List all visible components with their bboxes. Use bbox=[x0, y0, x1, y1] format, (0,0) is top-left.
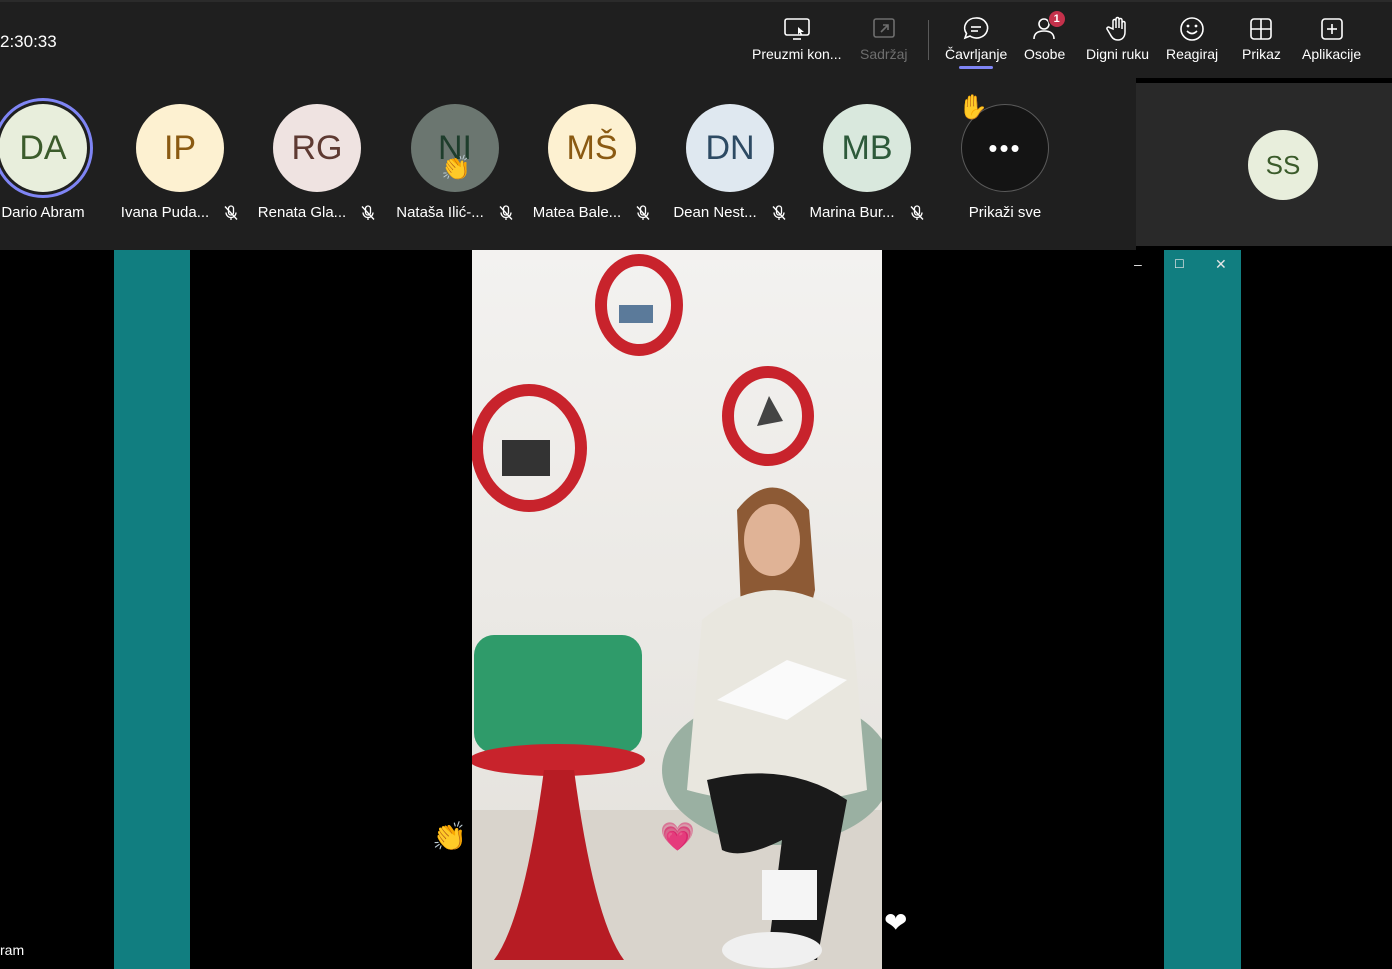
avatar: DN bbox=[686, 104, 774, 192]
avatar: RG bbox=[273, 104, 361, 192]
participant-name-row: Matea Bale... bbox=[533, 204, 651, 221]
avatar-initials: MB bbox=[841, 128, 893, 167]
more-participants-circle: ••• ✋ bbox=[958, 94, 1049, 192]
heart-reaction-icon: ❤ bbox=[884, 907, 908, 938]
toolbar-divider bbox=[928, 20, 929, 60]
mic-muted-icon bbox=[224, 204, 238, 220]
view-icon bbox=[1246, 14, 1276, 44]
participant-tile[interactable]: DA Dario Abram bbox=[0, 104, 108, 221]
video-scene-image bbox=[472, 250, 882, 969]
participant-name: Ivana Puda... bbox=[120, 204, 210, 221]
participant-name-row: Ivana Puda... bbox=[121, 204, 239, 221]
chat-icon bbox=[961, 14, 991, 44]
share-screen-button[interactable]: Preuzmi kon... bbox=[752, 14, 841, 76]
avatar: MB bbox=[823, 104, 911, 192]
shared-window-left-panel bbox=[114, 250, 190, 969]
heart-reaction-icon: 💗 bbox=[660, 821, 695, 852]
raise-hand-icon bbox=[1103, 14, 1133, 44]
show-all-row: Prikaži sve bbox=[969, 204, 1042, 221]
participant-name-row: Renata Gla... bbox=[258, 204, 376, 221]
view-label: Prikaz bbox=[1242, 46, 1281, 62]
participant-strip: DA Dario Abram IP Ivana Puda... RG Renat… bbox=[0, 78, 1136, 250]
active-tab-indicator bbox=[959, 66, 994, 69]
shared-screen-stage: – ☐ ✕ 👏 💗 ❤ ram bbox=[0, 250, 1392, 969]
content-icon bbox=[869, 14, 899, 44]
raise-hand-button[interactable]: Digni ruku bbox=[1086, 14, 1149, 76]
participant-name: Marina Bur... bbox=[809, 204, 895, 221]
share-screen-label: Preuzmi kon... bbox=[752, 46, 842, 62]
mic-muted-icon bbox=[636, 204, 650, 220]
apps-label: Aplikacije bbox=[1302, 46, 1362, 62]
participant-tile[interactable]: NI 👏 Nataša Ilić-... bbox=[390, 104, 520, 221]
self-avatar: SS bbox=[1248, 130, 1318, 200]
participant-name: Nataša Ilić-... bbox=[396, 204, 484, 221]
clap-reaction-icon: 👏 bbox=[441, 155, 471, 182]
react-label: Reagiraj bbox=[1166, 46, 1219, 62]
participant-tile[interactable]: MB Marina Bur... bbox=[802, 104, 932, 221]
chat-label: Čavrljanje bbox=[945, 46, 1008, 62]
participant-tile[interactable]: MŠ Matea Bale... bbox=[527, 104, 657, 221]
show-all-label: Prikaži sve bbox=[968, 204, 1042, 221]
view-button[interactable]: Prikaz bbox=[1242, 14, 1281, 76]
participant-name-row: Nataša Ilić-... bbox=[396, 204, 514, 221]
meeting-timer: 2:30:33 bbox=[0, 32, 57, 51]
self-avatar-initials: SS bbox=[1265, 149, 1301, 180]
avatar-initials: RG bbox=[291, 128, 343, 167]
participant-tile[interactable]: DN Dean Nest... bbox=[665, 104, 795, 221]
chat-button[interactable]: Čavrljanje bbox=[945, 14, 1007, 76]
participant-tile[interactable]: IP Ivana Puda... bbox=[115, 104, 245, 221]
avatar-initials: DN bbox=[705, 128, 755, 167]
avatar: MŠ bbox=[548, 104, 636, 192]
content-label: Sadržaj bbox=[860, 46, 908, 62]
avatar: IP bbox=[136, 104, 224, 192]
minimize-icon[interactable]: – bbox=[1134, 256, 1142, 272]
meeting-toolbar: 2:30:33 Preuzmi kon... Sadržaj Čavrljanj… bbox=[0, 0, 1392, 78]
mic-muted-icon bbox=[361, 204, 375, 220]
shared-window-right-panel bbox=[1164, 250, 1241, 969]
mic-muted-icon bbox=[772, 204, 786, 220]
raise-hand-label: Digni ruku bbox=[1086, 46, 1150, 62]
clap-reaction-icon: 👏 bbox=[432, 821, 467, 852]
participant-name: Matea Bale... bbox=[532, 204, 622, 221]
mic-muted-icon bbox=[910, 204, 924, 220]
maximize-icon[interactable]: ☐ bbox=[1174, 257, 1185, 271]
more-dots-icon: ••• bbox=[988, 132, 1022, 163]
share-screen-icon bbox=[782, 14, 812, 44]
avatar-initials: IP bbox=[163, 128, 197, 167]
participant-name-row: Marina Bur... bbox=[809, 204, 924, 221]
people-button[interactable]: 1 Osobe bbox=[1024, 10, 1066, 76]
shared-video bbox=[472, 250, 882, 969]
mic-muted-icon bbox=[499, 204, 513, 220]
people-label: Osobe bbox=[1024, 46, 1066, 62]
participant-name: Dean Nest... bbox=[673, 204, 757, 221]
avatar-initials: MŠ bbox=[566, 128, 618, 167]
show-all-button[interactable]: ••• ✋ Prikaži sve bbox=[940, 94, 1070, 221]
people-count-badge: 1 bbox=[1047, 10, 1066, 28]
participant-name-row: Dean Nest... bbox=[673, 204, 786, 221]
close-icon[interactable]: ✕ bbox=[1215, 256, 1227, 273]
avatar: DA bbox=[0, 104, 87, 192]
participant-name: Renata Gla... bbox=[257, 204, 347, 221]
apps-icon bbox=[1317, 14, 1347, 44]
self-view[interactable]: SS bbox=[1136, 83, 1392, 246]
react-icon bbox=[1177, 14, 1207, 44]
participant-name: Dario Abram bbox=[1, 204, 85, 221]
content-button[interactable]: Sadržaj bbox=[860, 14, 907, 76]
raised-hand-icon: ✋ bbox=[958, 94, 990, 121]
participant-name-row: Dario Abram bbox=[1, 204, 84, 221]
avatar: NI 👏 bbox=[411, 104, 499, 192]
avatar-initials: DA bbox=[19, 128, 67, 167]
apps-button[interactable]: Aplikacije bbox=[1302, 14, 1361, 76]
people-icon: 1 bbox=[1030, 10, 1066, 44]
stage-speaker-label: ram bbox=[0, 942, 25, 958]
participant-tile[interactable]: RG Renata Gla... bbox=[252, 104, 382, 221]
react-button[interactable]: Reagiraj bbox=[1166, 14, 1218, 76]
